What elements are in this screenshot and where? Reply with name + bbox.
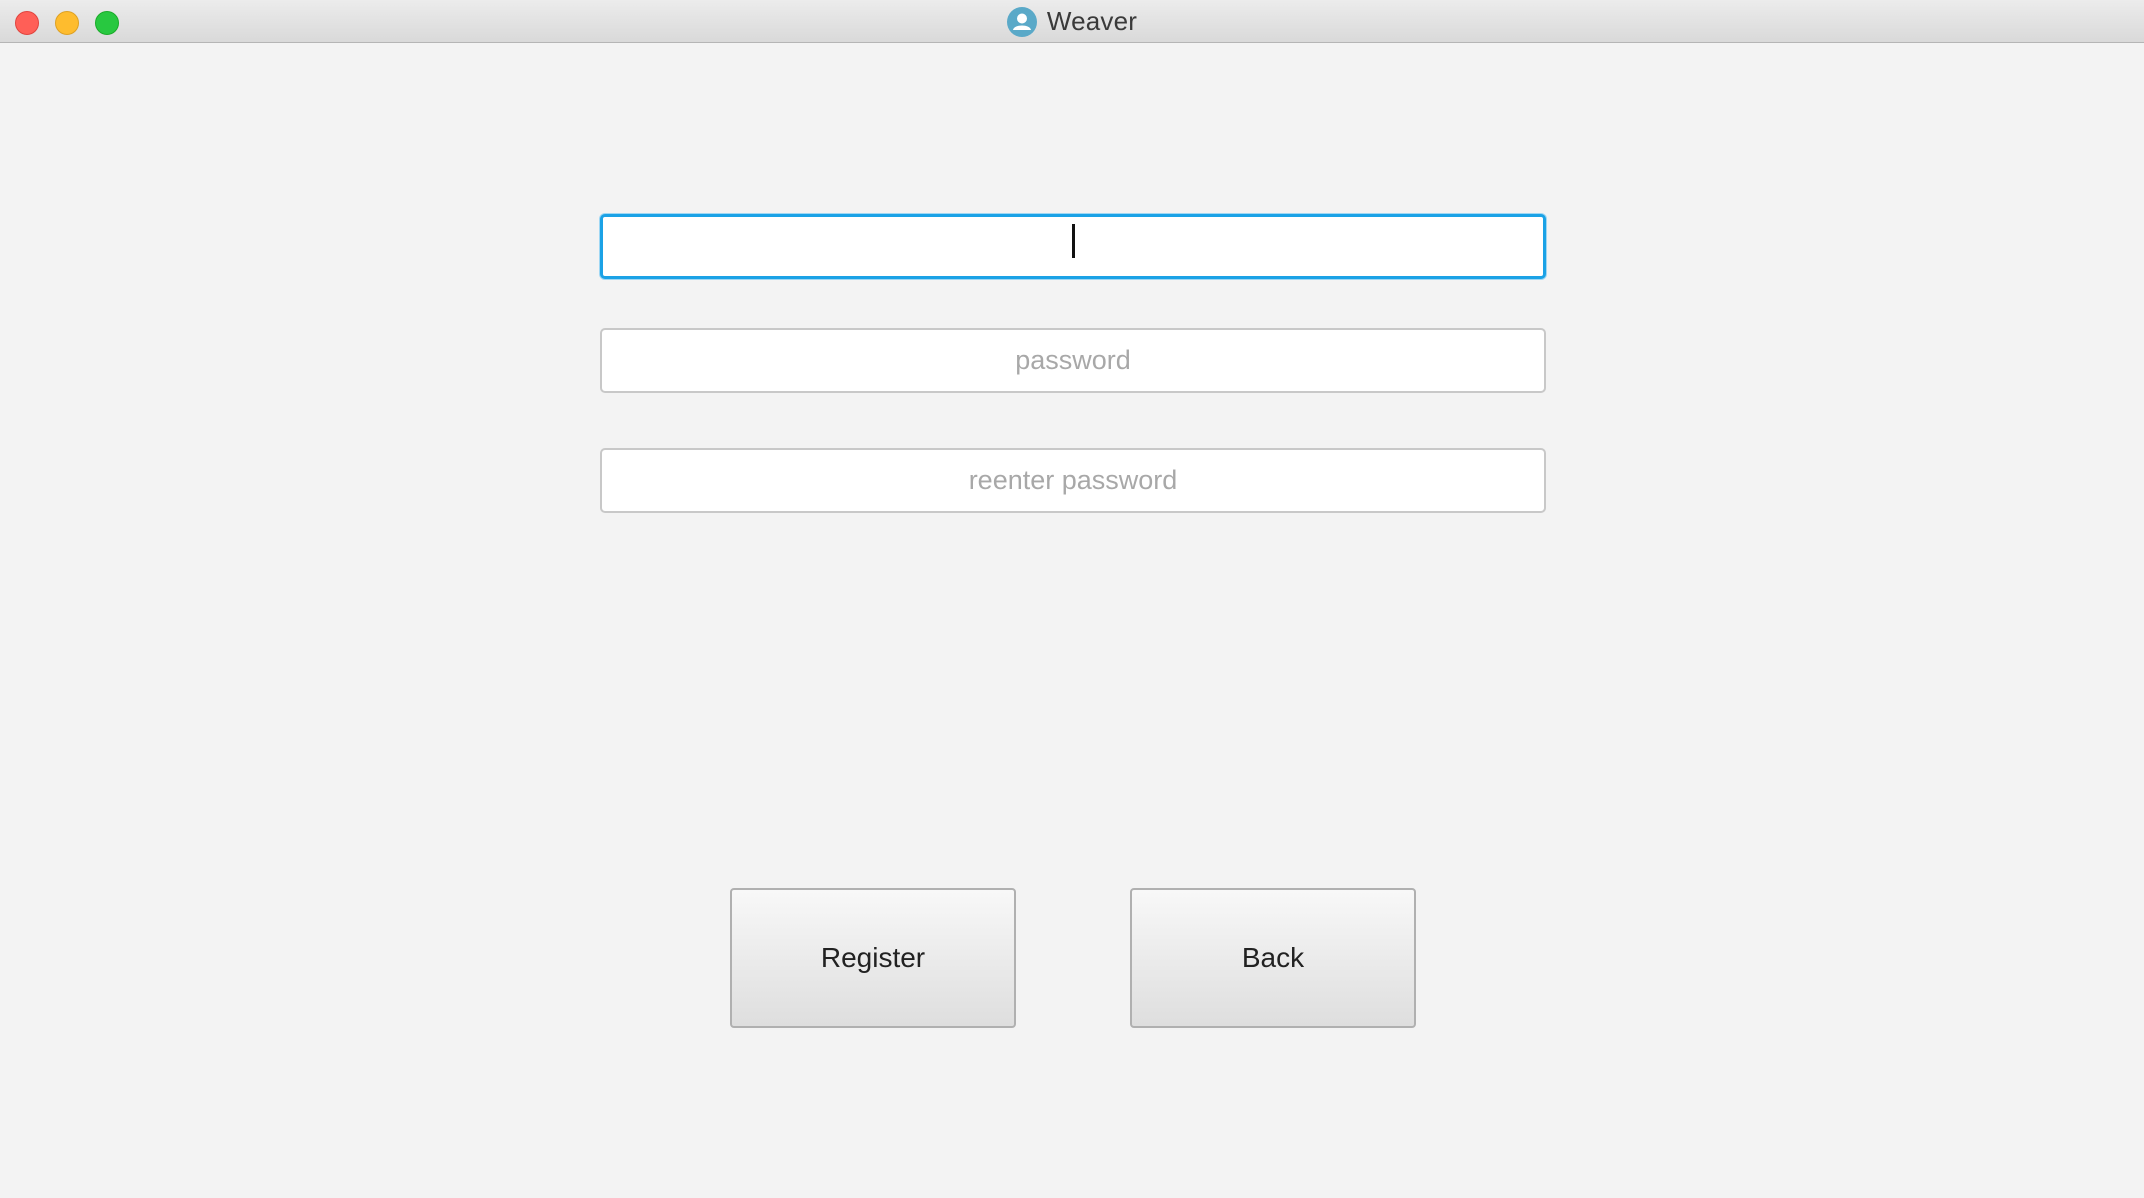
app-window: Weaver Register Back: [0, 0, 2144, 1198]
text-cursor: [1072, 224, 1075, 258]
password-input[interactable]: [600, 328, 1546, 393]
window-title: Weaver: [1046, 6, 1138, 36]
title-bar[interactable]: Weaver: [0, 0, 2144, 43]
user-avatar-icon: [1006, 6, 1037, 37]
reenter-password-input[interactable]: [600, 448, 1546, 513]
register-button[interactable]: Register: [730, 888, 1016, 1028]
back-button[interactable]: Back: [1130, 888, 1416, 1028]
window-title-group: Weaver: [0, 0, 2144, 43]
